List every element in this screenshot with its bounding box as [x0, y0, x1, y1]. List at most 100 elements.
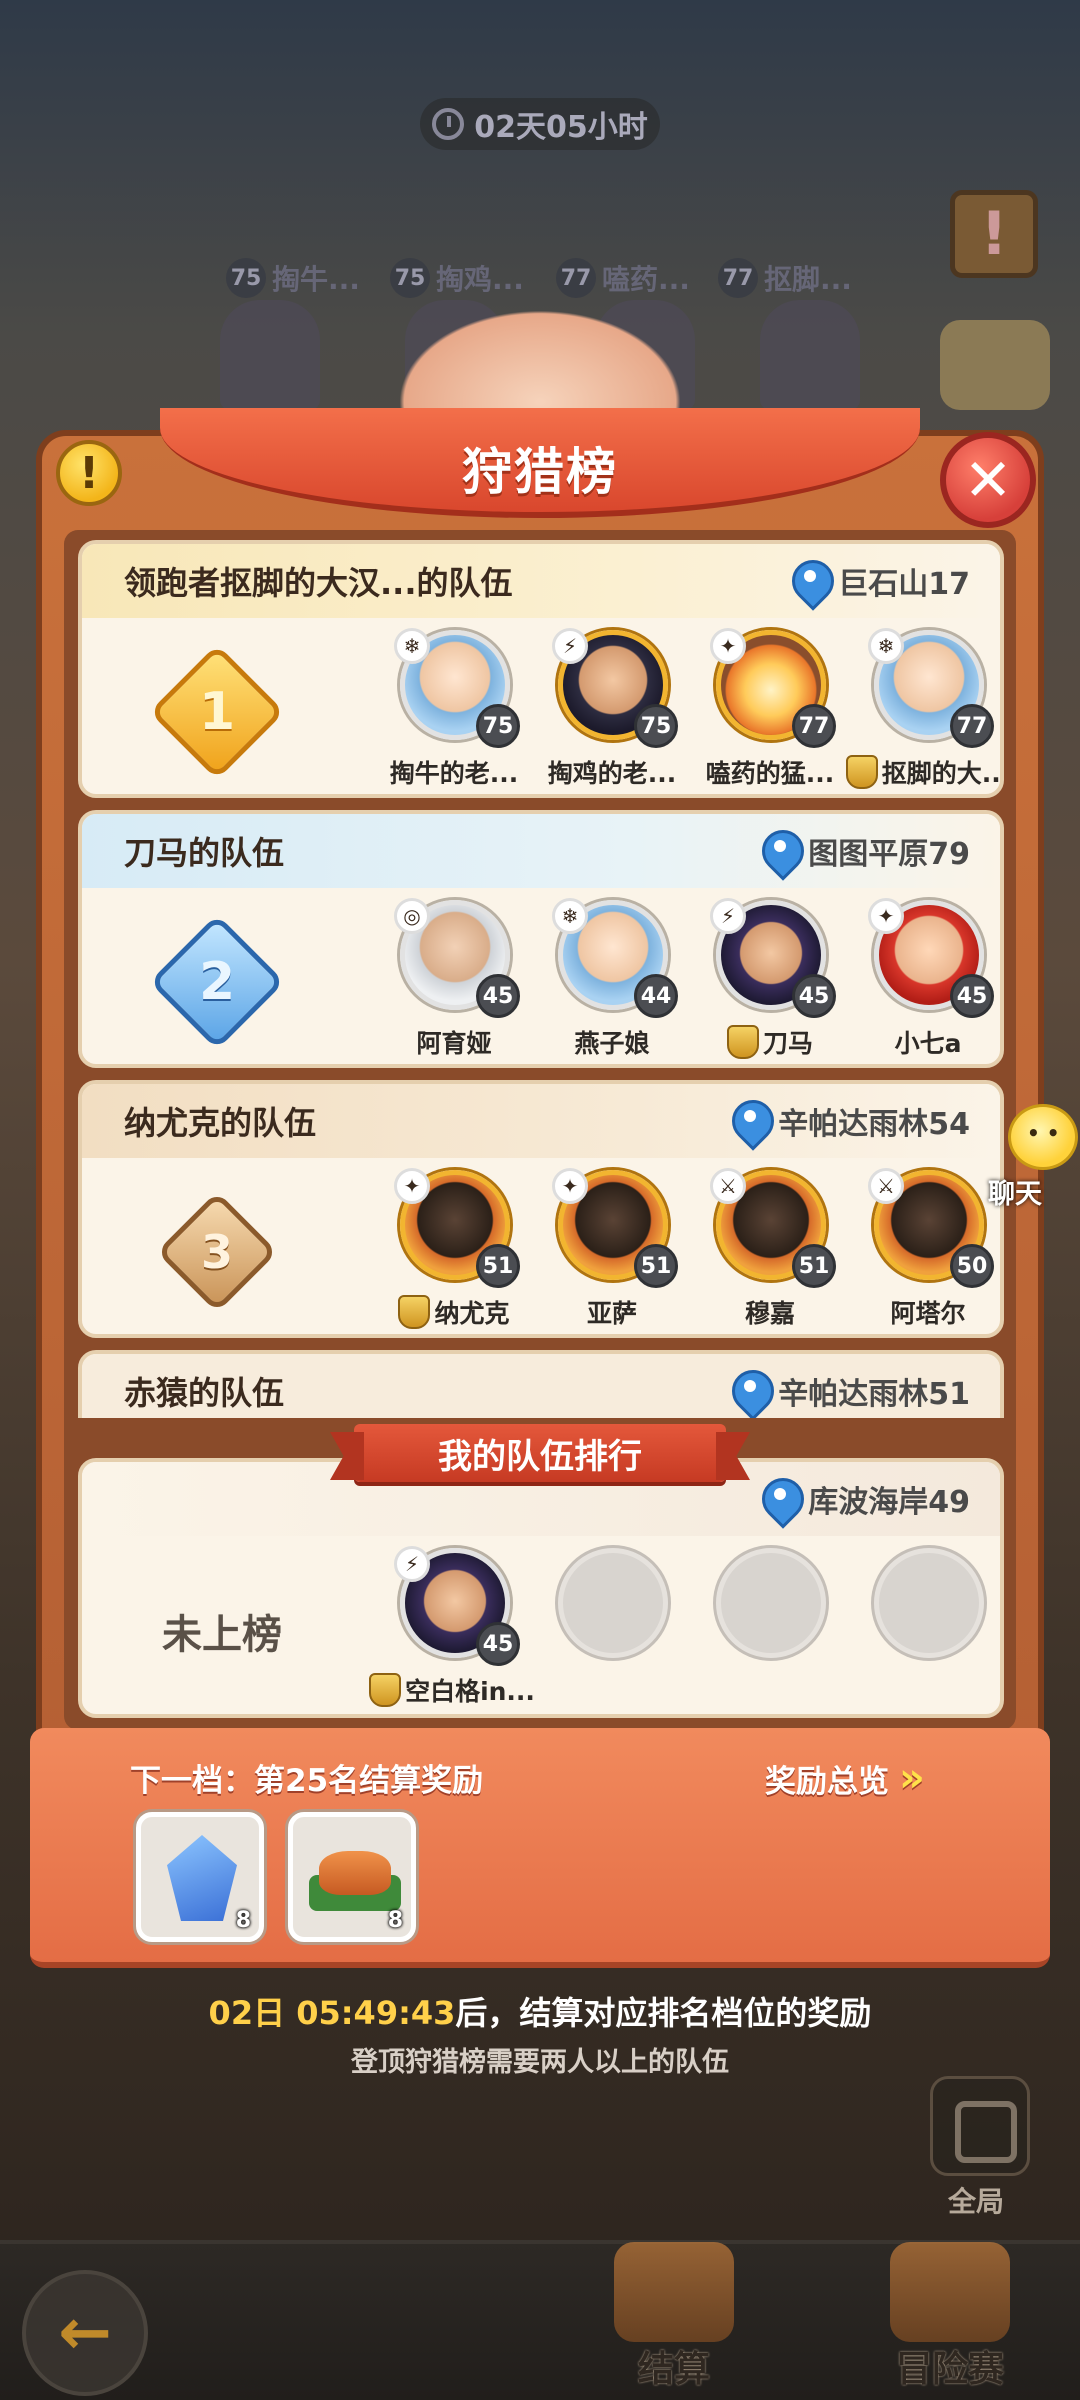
reward-item[interactable]: 8 [288, 1812, 416, 1942]
team-name: 领跑者抠脚的大汉...的队伍 [124, 564, 513, 602]
team-member[interactable]: ◎ 45 阿育娅 [372, 898, 532, 1064]
member-level: 75 [634, 704, 678, 748]
team-member[interactable]: ❄ 75 掏牛的老... [372, 628, 532, 794]
card-header: 领跑者抠脚的大汉...的队伍 巨石山17 [82, 544, 1000, 618]
rank-badge-bronze: 3 [152, 1191, 282, 1313]
tab-label: 结算 [637, 2349, 710, 2390]
hero-name: 掏鸡... [436, 263, 524, 296]
leader-icon [845, 755, 878, 789]
team-member[interactable]: ❄ 44 燕子娘 [530, 898, 690, 1064]
member-name: 掏鸡的老... [547, 759, 677, 788]
countdown-suffix: 后，结算对应排名档位的奖励 [455, 1994, 872, 2032]
location-text: 巨石山17 [838, 567, 970, 602]
treasure-key-icon[interactable] [940, 320, 1050, 410]
element-icon: ⚡ [710, 898, 746, 934]
reward-item[interactable]: 8 [136, 1812, 264, 1942]
member-level: 75 [476, 704, 520, 748]
team-member[interactable]: ✦ 45 小七a [846, 898, 1000, 1064]
rank-badge-silver: 2 [149, 914, 285, 1050]
member-name: 穆嘉 [744, 1299, 795, 1328]
team-location: 巨石山17 [792, 559, 970, 603]
team-member[interactable]: ✦ 51 纳尤克 [372, 1168, 532, 1334]
member-level: 45 [792, 974, 836, 1018]
rank-number: 2 [198, 952, 236, 1012]
chat-button[interactable]: 聊天 [978, 1104, 1078, 1214]
hero-level: 77 [718, 258, 758, 298]
ranking-list[interactable]: 领跑者抠脚的大汉...的队伍 巨石山17 1 ❄ 75 掏牛的老... ⚡ 75… [70, 530, 1015, 1418]
quest-board-icon[interactable]: ! [950, 190, 1038, 278]
item-count: 8 [387, 1908, 403, 1933]
element-icon: ❄ [552, 898, 588, 934]
hero-figure [220, 300, 320, 410]
rank-number: 1 [198, 682, 236, 742]
location-pin-icon [762, 1478, 798, 1520]
leader-icon [369, 1673, 402, 1707]
ranking-card-2[interactable]: 刀马的队伍 图图平原79 2 ◎ 45 阿育娅 ❄ 44 燕子娘 ⚡ 45 刀马 [78, 810, 1004, 1068]
location-text: 辛帕达雨林54 [778, 1107, 970, 1142]
team-location: 库波海岸49 [762, 1477, 970, 1521]
ranking-card-3[interactable]: 纳尤克的队伍 辛帕达雨林54 3 ✦ 51 纳尤克 ✦ 51 亚萨 ⚔ 51 穆… [78, 1080, 1004, 1338]
location-pin-icon [762, 830, 798, 872]
hero-tag: 77 嗑药... [556, 258, 690, 298]
member-level: 44 [634, 974, 678, 1018]
timer-text: 02天05小时 [474, 110, 648, 145]
team-member[interactable]: ⚡ 45 空白格in... [369, 1546, 535, 1714]
close-icon: ✕ [963, 446, 1013, 514]
global-map-button[interactable] [930, 2076, 1030, 2176]
element-icon: ❄ [394, 628, 430, 664]
hero-tag: 77 抠脚... [718, 258, 852, 298]
element-icon: ✦ [552, 1168, 588, 1204]
team-member[interactable]: ⚔ 51 穆嘉 [688, 1168, 848, 1334]
location-text: 图图平原79 [808, 837, 970, 872]
element-icon: ⚔ [868, 1168, 904, 1204]
rank-number: 3 [200, 1224, 234, 1279]
tab-adventure[interactable]: 冒险赛 [850, 2222, 1050, 2392]
team-member[interactable]: ✦ 51 亚萨 [530, 1168, 690, 1334]
next-tier-label: 下一档：第25名结算奖励 [130, 1763, 484, 1799]
member-level: 45 [476, 974, 520, 1018]
chat-bubble-icon [1008, 1104, 1078, 1170]
team-member[interactable]: ⚡ 75 掏鸡的老... [530, 628, 690, 794]
card-header: 赤猿的队伍 辛帕达雨林51 [82, 1354, 1000, 1418]
team-location: 辛帕达雨林51 [732, 1369, 970, 1413]
hero-level: 75 [390, 258, 430, 298]
empty-slot[interactable] [530, 1548, 690, 1714]
info-button[interactable]: ! [56, 440, 122, 506]
reward-overview-link[interactable]: 奖励总览 » [765, 1755, 925, 1801]
empty-avatar-icon [716, 1548, 826, 1658]
chest-icon [614, 2242, 734, 2342]
member-name: 阿育娅 [416, 1029, 492, 1058]
empty-slot[interactable] [846, 1548, 1000, 1714]
element-icon: ❄ [868, 628, 904, 664]
ranking-card-1[interactable]: 领跑者抠脚的大汉...的队伍 巨石山17 1 ❄ 75 掏牛的老... ⚡ 75… [78, 540, 1004, 798]
member-name: 掏牛的老... [389, 759, 519, 788]
hero-tag: 75 掏牛... [226, 258, 360, 298]
team-name: 赤猿的队伍 [124, 1374, 285, 1412]
back-arrow-icon: ← [58, 2296, 112, 2370]
reward-overview-text: 奖励总览 [765, 1763, 889, 1800]
hero-name: 嗑药... [602, 263, 690, 296]
member-level: 77 [950, 704, 994, 748]
empty-avatar-icon [874, 1548, 984, 1658]
location-text: 辛帕达雨林51 [778, 1377, 970, 1412]
hero-level: 75 [226, 258, 266, 298]
close-button[interactable]: ✕ [940, 432, 1036, 528]
element-icon: ⚡ [394, 1546, 430, 1582]
team-member[interactable]: ⚡ 45 刀马 [688, 898, 848, 1064]
element-icon: ⚡ [552, 628, 588, 664]
my-team-header: 我的队伍排行 [438, 1436, 642, 1477]
item-count: 8 [235, 1908, 251, 1933]
ranking-card-4[interactable]: 赤猿的队伍 辛帕达雨林51 [78, 1350, 1004, 1418]
element-icon: ◎ [394, 898, 430, 934]
my-team-card[interactable]: 库波海岸49 未上榜 ⚡ 45 空白格in... [78, 1458, 1004, 1718]
member-name: 阿塔尔 [890, 1299, 966, 1328]
member-name: 亚萨 [586, 1299, 637, 1328]
member-name: 纳尤克 [434, 1299, 510, 1328]
hero-level: 77 [556, 258, 596, 298]
team-member[interactable]: ❄ 77 抠脚的大... [845, 628, 1000, 794]
tab-settle[interactable]: 结算 [574, 2222, 774, 2392]
team-member[interactable]: ✦ 77 嗑药的猛... [688, 628, 848, 794]
empty-avatar-icon [558, 1548, 668, 1658]
back-button[interactable]: ← [22, 2270, 148, 2396]
empty-slot[interactable] [688, 1548, 848, 1714]
